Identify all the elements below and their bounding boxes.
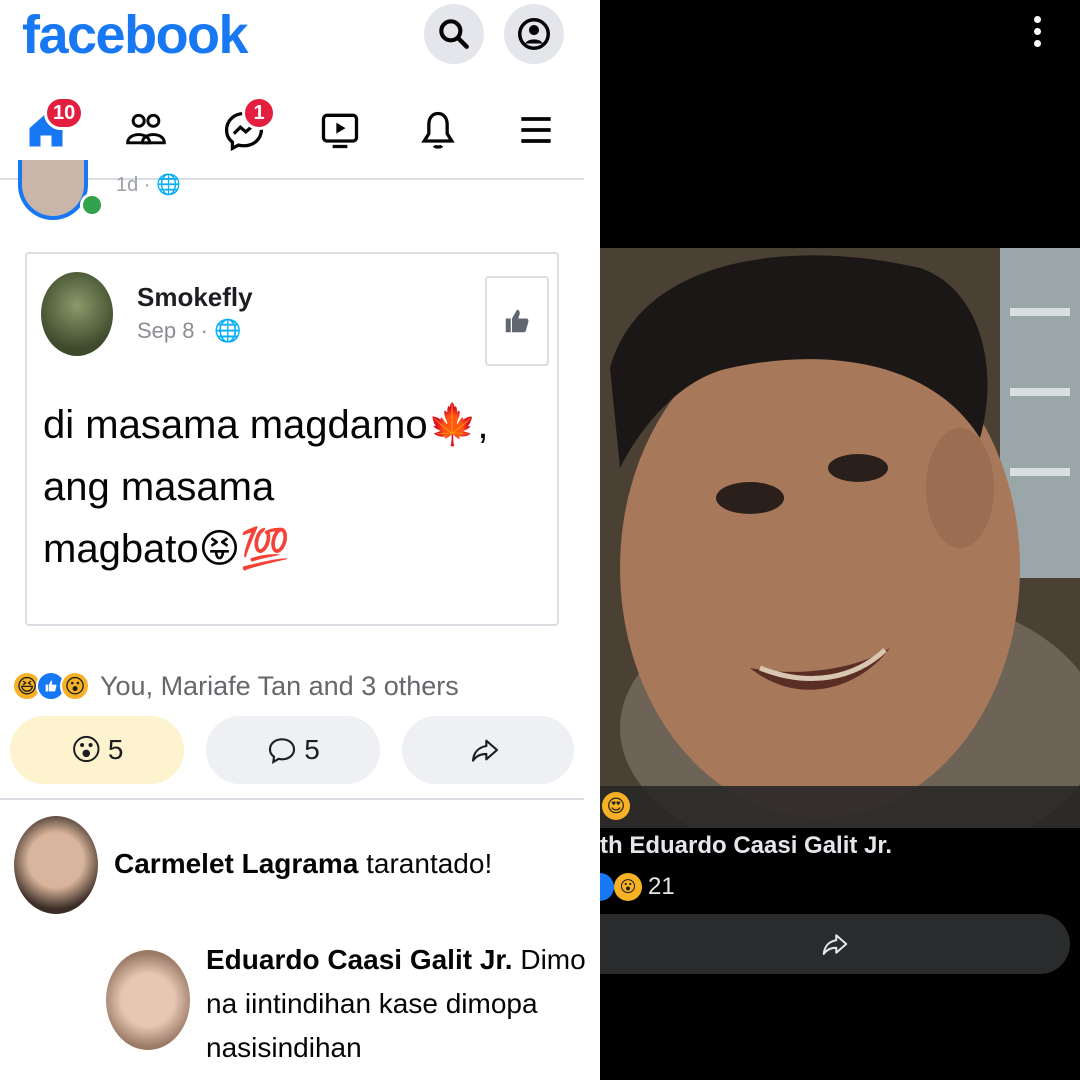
photo-viewer: 😍 th Eduardo Caasi Galit Jr. 😮 21 — [600, 0, 1080, 1080]
share-icon — [822, 934, 848, 955]
nav-watch[interactable] — [310, 100, 370, 160]
shared-author-name[interactable]: Smokefly — [137, 282, 253, 313]
shared-post-card[interactable]: Smokefly Sep 8 · 🌐 di masama magdamo🍁, a… — [25, 252, 559, 626]
reply-author-name[interactable]: Eduardo Caasi Galit Jr. — [206, 944, 513, 975]
shared-author-avatar[interactable] — [41, 272, 113, 356]
comment-text: tarantado! — [358, 848, 493, 879]
like-reaction-icon — [600, 873, 614, 901]
home-badge: 10 — [44, 96, 85, 130]
comment-button[interactable]: 5 — [206, 716, 380, 784]
bell-icon — [421, 111, 455, 149]
post-time: 1d · — [116, 174, 157, 196]
wow-reaction-icon: 😮 — [614, 873, 642, 901]
share-button[interactable] — [402, 716, 574, 784]
reply-body: Eduardo Caasi Galit Jr. Dimo na iintindi… — [206, 938, 586, 1070]
nav-messenger[interactable]: 1 — [214, 96, 276, 160]
comment-icon — [269, 738, 296, 765]
profile-icon — [518, 18, 550, 50]
reply-text: na iintindihan kase dimopa — [206, 988, 538, 1019]
online-status-dot — [80, 193, 104, 217]
photo-react-count: 21 — [648, 873, 675, 900]
shared-date-text: Sep 8 · — [137, 318, 215, 343]
nav-home[interactable]: 10 — [16, 96, 85, 160]
friends-icon — [126, 113, 166, 145]
poster-avatar[interactable] — [18, 160, 88, 220]
shared-post-date: Sep 8 · 🌐 — [137, 318, 241, 344]
commenter-name[interactable]: Carmelet Lagrama — [114, 848, 358, 879]
photo-portrait — [600, 248, 1080, 828]
comment-body: Carmelet Lagrama tarantado! — [114, 842, 584, 886]
photo-share-button[interactable] — [600, 914, 1070, 974]
reply-text: nasisindihan — [206, 1032, 362, 1063]
post-text: di masama magdamo🍁, ang masama magbato😝💯 — [43, 394, 543, 580]
reactions-summary[interactable]: 😆 😮 You, Mariafe Tan and 3 others — [12, 666, 459, 706]
react-count: 5 — [107, 734, 124, 765]
facebook-logo[interactable]: facebook — [22, 4, 249, 66]
facebook-mobile-screen: facebook 10 1 1d · 🌐 Smokefly Sep 8 · 🌐 … — [0, 0, 598, 1080]
thumbs-up-icon — [505, 309, 529, 333]
photo-reactions[interactable]: 😮 21 — [600, 872, 675, 902]
comment-count: 5 — [304, 734, 320, 765]
nav-friends[interactable] — [116, 100, 176, 160]
wow-reaction-icon: 😮 — [70, 733, 102, 767]
reactions-text[interactable]: You, Mariafe Tan and 3 others — [100, 671, 459, 702]
more-options-icon[interactable] — [1034, 16, 1042, 52]
photo-caption-bar — [600, 786, 1080, 828]
profile-photo[interactable] — [600, 248, 1080, 828]
nav-notifications[interactable] — [408, 100, 468, 160]
react-button[interactable]: 😮 5 — [10, 716, 184, 784]
globe-icon: 🌐 — [214, 318, 242, 343]
profile-button[interactable] — [504, 4, 564, 64]
share-icon — [471, 739, 499, 762]
post-meta: 1d · 🌐 — [116, 172, 181, 197]
nav-menu[interactable] — [506, 100, 566, 160]
wow-reaction-icon: 😮 — [60, 671, 90, 701]
commenter-avatar[interactable] — [14, 816, 98, 914]
menu-icon — [521, 117, 551, 143]
reply-text: Dimo — [512, 944, 586, 975]
search-button[interactable] — [424, 4, 484, 64]
reply-avatar[interactable] — [106, 950, 190, 1050]
post-text-line: magbato😝💯 — [43, 527, 291, 571]
post-text-line: ang masama — [43, 465, 275, 509]
globe-icon: 🌐 — [156, 174, 181, 196]
video-icon — [321, 113, 359, 149]
like-page-button[interactable] — [485, 276, 549, 366]
tagged-user[interactable]: th Eduardo Caasi Galit Jr. — [600, 832, 892, 860]
love-reaction-icon: 😍 — [602, 792, 630, 820]
search-icon — [439, 19, 469, 49]
panel-divider — [592, 0, 600, 1080]
post-text-line: di masama magdamo🍁, — [43, 403, 489, 447]
messenger-badge: 1 — [242, 96, 276, 130]
section-divider — [0, 798, 584, 800]
